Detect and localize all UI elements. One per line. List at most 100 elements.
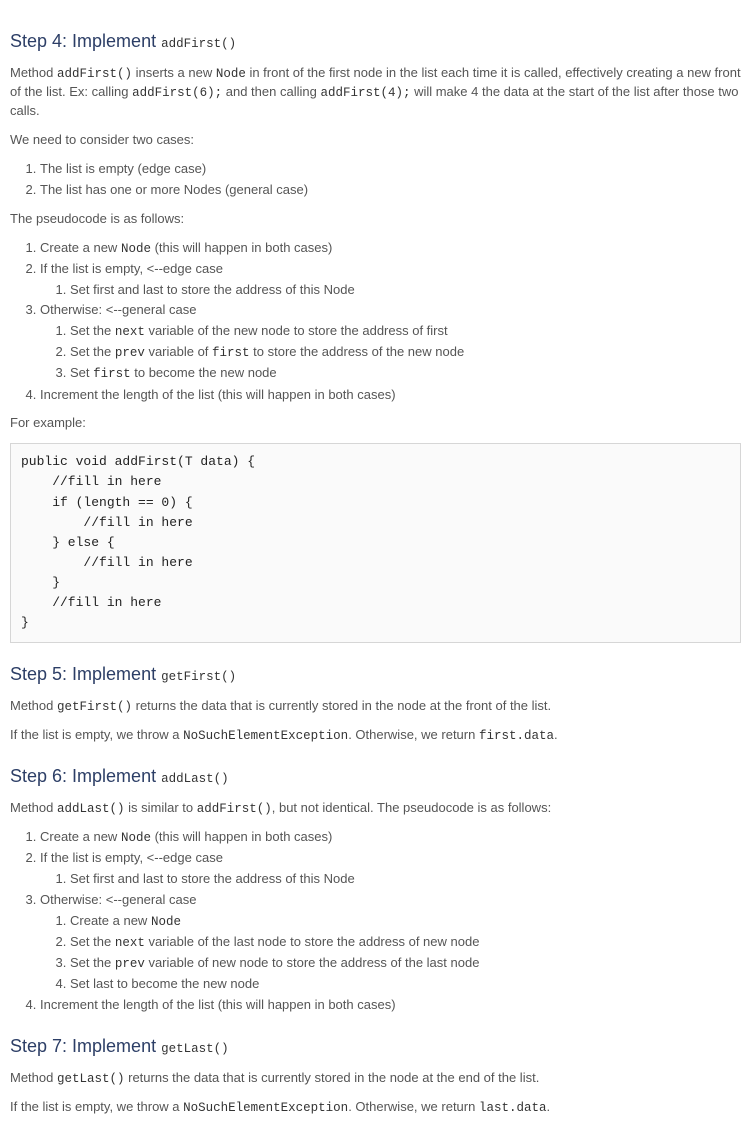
list-item: The list is empty (edge case) <box>40 160 741 179</box>
list-item: Create a new Node (this will happen in b… <box>40 239 741 258</box>
text: variable of <box>145 344 212 359</box>
text: returns the data that is currently store… <box>132 698 551 713</box>
code-text: addLast() <box>57 802 125 816</box>
step4-consider: We need to consider two cases: <box>10 131 741 150</box>
text: If the list is empty, we throw a <box>10 1099 183 1114</box>
code-text: next <box>115 325 145 339</box>
step7-p2: If the list is empty, we throw a NoSuchE… <box>10 1098 741 1117</box>
text: Otherwise: <--general case <box>40 302 196 317</box>
list-item: Set first and last to store the address … <box>70 870 741 889</box>
list-item: Set the prev variable of first to store … <box>70 343 741 362</box>
list-item: Set first to become the new node <box>70 364 741 383</box>
text: If the list is empty, <--edge case <box>40 261 223 276</box>
text: inserts a new <box>132 65 216 80</box>
step4-pseudo-list: Create a new Node (this will happen in b… <box>10 239 741 405</box>
code-text: first <box>212 346 250 360</box>
code-text: Node <box>121 831 151 845</box>
code-text: addFirst() <box>197 802 272 816</box>
step4-code-block: public void addFirst(T data) { //fill in… <box>10 443 741 642</box>
code-text: NoSuchElementException <box>183 729 348 743</box>
code-text: prev <box>115 957 145 971</box>
text: . Otherwise, we return <box>348 727 479 742</box>
list-item: Set last to become the new node <box>70 975 741 994</box>
step4-case-list: The list is empty (edge case) The list h… <box>10 160 741 200</box>
code-text: Node <box>216 67 246 81</box>
heading-code: addLast() <box>161 772 229 786</box>
text: to store the address of the new node <box>250 344 465 359</box>
step4-intro: Method addFirst() inserts a new Node in … <box>10 64 741 121</box>
text: Set the <box>70 934 115 949</box>
code-text: addFirst() <box>57 67 132 81</box>
text: Method <box>10 800 57 815</box>
text: Method <box>10 65 57 80</box>
text: variable of new node to store the addres… <box>145 955 480 970</box>
text: Otherwise: <--general case <box>40 892 196 907</box>
list-item: Set the next variable of the last node t… <box>70 933 741 952</box>
text: and then calling <box>222 84 320 99</box>
list-item: If the list is empty, <--edge case Set f… <box>40 849 741 889</box>
code-text: addFirst(6); <box>132 86 222 100</box>
text: , but not identical. The pseudocode is a… <box>272 800 551 815</box>
code-text: next <box>115 936 145 950</box>
step5-p1: Method getFirst() returns the data that … <box>10 697 741 716</box>
code-text: first <box>93 367 131 381</box>
sublist: Set the next variable of the new node to… <box>40 322 741 383</box>
text: . <box>546 1099 550 1114</box>
heading-code: getLast() <box>161 1042 229 1056</box>
list-item: Set first and last to store the address … <box>70 281 741 300</box>
text: Method <box>10 1070 57 1085</box>
text: . <box>554 727 558 742</box>
code-text: getFirst() <box>57 700 132 714</box>
list-item: Set the prev variable of new node to sto… <box>70 954 741 973</box>
list-item: Otherwise: <--general case Create a new … <box>40 891 741 994</box>
text: . Otherwise, we return <box>348 1099 479 1114</box>
list-item: Set the next variable of the new node to… <box>70 322 741 341</box>
heading-text: Step 6: Implement <box>10 766 161 786</box>
text: to become the new node <box>131 365 277 380</box>
text: variable of the last node to store the a… <box>145 934 480 949</box>
text: Set <box>70 365 93 380</box>
text: Create a new <box>40 829 121 844</box>
list-item: Create a new Node (this will happen in b… <box>40 828 741 847</box>
text: If the list is empty, we throw a <box>10 727 183 742</box>
code-text: getLast() <box>57 1072 125 1086</box>
code-text: NoSuchElementException <box>183 1101 348 1115</box>
sublist: Set first and last to store the address … <box>40 281 741 300</box>
text: (this will happen in both cases) <box>151 240 332 255</box>
heading-text: Step 5: Implement <box>10 664 161 684</box>
code-text: Node <box>121 242 151 256</box>
text: Set the <box>70 323 115 338</box>
text: (this will happen in both cases) <box>151 829 332 844</box>
code-text: last.data <box>479 1101 547 1115</box>
step7-p1: Method getLast() returns the data that i… <box>10 1069 741 1088</box>
list-item: The list has one or more Nodes (general … <box>40 181 741 200</box>
step6-heading: Step 6: Implement addLast() <box>10 763 741 789</box>
list-item: If the list is empty, <--edge case Set f… <box>40 260 741 300</box>
step4-example-label: For example: <box>10 414 741 433</box>
code-text: prev <box>115 346 145 360</box>
sublist: Set first and last to store the address … <box>40 870 741 889</box>
text: Method <box>10 698 57 713</box>
step4-heading: Step 4: Implement addFirst() <box>10 28 741 54</box>
step5-heading: Step 5: Implement getFirst() <box>10 661 741 687</box>
step4-pseudo-intro: The pseudocode is as follows: <box>10 210 741 229</box>
list-item: Increment the length of the list (this w… <box>40 386 741 405</box>
text: is similar to <box>125 800 197 815</box>
text: Set the <box>70 955 115 970</box>
code-text: Node <box>151 915 181 929</box>
step7-heading: Step 7: Implement getLast() <box>10 1033 741 1059</box>
sublist: Create a new Node Set the next variable … <box>40 912 741 994</box>
text: Create a new <box>70 913 151 928</box>
step5-p2: If the list is empty, we throw a NoSuchE… <box>10 726 741 745</box>
text: If the list is empty, <--edge case <box>40 850 223 865</box>
step6-pseudo-list: Create a new Node (this will happen in b… <box>10 828 741 1015</box>
heading-code: addFirst() <box>161 37 236 51</box>
heading-code: getFirst() <box>161 670 236 684</box>
code-text: first.data <box>479 729 554 743</box>
text: variable of the new node to store the ad… <box>145 323 448 338</box>
step6-p1: Method addLast() is similar to addFirst(… <box>10 799 741 818</box>
text: Create a new <box>40 240 121 255</box>
text: Set the <box>70 344 115 359</box>
heading-text: Step 7: Implement <box>10 1036 161 1056</box>
list-item: Otherwise: <--general case Set the next … <box>40 301 741 383</box>
